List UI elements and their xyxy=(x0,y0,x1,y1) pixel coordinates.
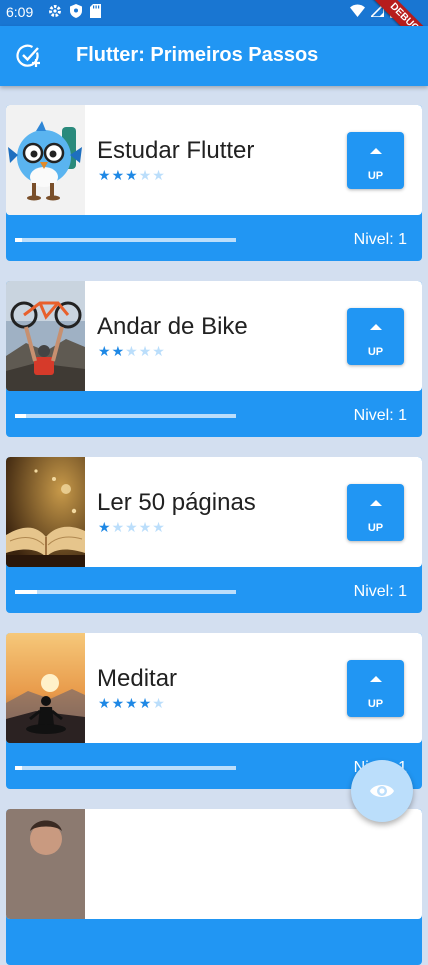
status-bar: 6:09 xyxy=(0,0,428,26)
level-up-button[interactable]: UP xyxy=(347,132,404,189)
task-name: Meditar xyxy=(97,665,178,692)
task-add-icon[interactable] xyxy=(16,43,42,69)
task-card-header: Estudar Flutter ★ ★ ★ ★ ★ UP xyxy=(6,105,422,215)
star-icon: ★ xyxy=(152,519,165,535)
level-up-button[interactable]: UP xyxy=(347,484,404,541)
star-icon: ★ xyxy=(152,167,165,183)
settings-icon xyxy=(49,5,61,17)
star-icon: ★ xyxy=(138,167,152,183)
level-up-button[interactable]: UP xyxy=(347,660,404,717)
task-card: Ler 50 páginas ★ ★ ★ ★ ★ UP Nivel: 1 xyxy=(6,457,422,613)
progress-fill xyxy=(15,590,38,594)
level-up-label: UP xyxy=(367,698,384,710)
level-up-label: UP xyxy=(367,170,384,182)
wifi-icon xyxy=(350,4,365,17)
task-card: Meditar ★★★★★ UP Nivel: 1 xyxy=(6,633,422,789)
star-icon: ★ xyxy=(98,167,111,183)
level-label: Nivel: 1 xyxy=(353,583,407,600)
eye-icon xyxy=(370,785,394,797)
task-name: Estudar Flutter xyxy=(97,137,255,164)
star-icon: ★ xyxy=(152,343,165,359)
arrow-up-icon xyxy=(370,324,382,330)
portrait-photo-image xyxy=(6,809,85,919)
task-card-header: Ler 50 páginas ★ ★ ★ ★ ★ UP xyxy=(6,457,422,567)
progress-fill xyxy=(15,238,22,242)
difficulty-stars: ★ ★ ★ ★ ★ xyxy=(98,520,165,534)
star-icon: ★ xyxy=(125,167,138,183)
app-bar: Flutter: Primeiros Passos xyxy=(0,26,428,86)
star-icon: ★ xyxy=(138,343,152,359)
status-time: 6:09 xyxy=(6,4,34,20)
star-icon: ★ xyxy=(98,519,111,535)
meditation-silhouette-image xyxy=(6,633,85,743)
blue-bird-mascot-image xyxy=(6,105,85,215)
star-icon: ★ xyxy=(138,695,152,711)
open-book-image xyxy=(6,457,85,567)
star-icon: ★ xyxy=(125,343,138,359)
shield-icon xyxy=(70,4,82,18)
arrow-up-icon xyxy=(370,148,382,154)
level-up-label: UP xyxy=(367,522,384,534)
difficulty-stars: ★ ★ ★ ★ ★ xyxy=(98,696,165,710)
sd-card-icon xyxy=(90,4,101,18)
level-label: Nivel: 1 xyxy=(353,407,407,424)
progress-fill xyxy=(15,414,27,418)
star-icon: ★ xyxy=(111,519,125,535)
star-icon: ★ xyxy=(111,167,125,183)
star-icon: ★ xyxy=(152,695,165,711)
star-icon: ★ xyxy=(138,519,152,535)
star-icon: ★ xyxy=(98,695,111,711)
task-card: Estudar Flutter ★ ★ ★ ★ ★ UP Nivel: 1 xyxy=(6,105,422,261)
task-name: Ler 50 páginas xyxy=(97,489,256,516)
difficulty-stars: ★ ★ ★ ★ ★ xyxy=(98,344,165,358)
task-card-header: Meditar ★ ★ ★ ★ ★ UP xyxy=(6,633,422,743)
person-holding-bike-image xyxy=(6,281,85,391)
progress-fill xyxy=(15,766,22,770)
progress-bar xyxy=(15,238,236,242)
arrow-up-icon xyxy=(370,500,382,506)
star-icon: ★ xyxy=(111,695,125,711)
level-up-label: UP xyxy=(367,346,384,358)
progress-bar xyxy=(15,590,236,594)
star-icon: ★ xyxy=(125,519,138,535)
progress-bar xyxy=(15,766,236,770)
level-up-button[interactable]: UP xyxy=(347,308,404,365)
task-card xyxy=(6,809,422,965)
task-card: Andar de Bike ★ ★ ★ ★ ★ UP Nivel: 1 xyxy=(6,281,422,437)
star-icon: ★ xyxy=(98,343,111,359)
difficulty-stars: ★ ★ ★ ★ ★ xyxy=(98,168,165,182)
arrow-up-icon xyxy=(370,676,382,682)
progress-bar xyxy=(15,414,236,418)
task-name: Andar de Bike xyxy=(97,313,248,340)
task-card-header xyxy=(6,809,422,919)
toggle-visibility-button[interactable] xyxy=(351,760,413,822)
page-title: Flutter: Primeiros Passos xyxy=(76,44,319,66)
star-icon: ★ xyxy=(111,343,125,359)
star-icon: ★ xyxy=(125,695,138,711)
status-left-icons xyxy=(48,4,101,18)
level-label: Nivel: 1 xyxy=(353,231,407,248)
task-card-header: Andar de Bike ★ ★ ★ ★ ★ UP xyxy=(6,281,422,391)
